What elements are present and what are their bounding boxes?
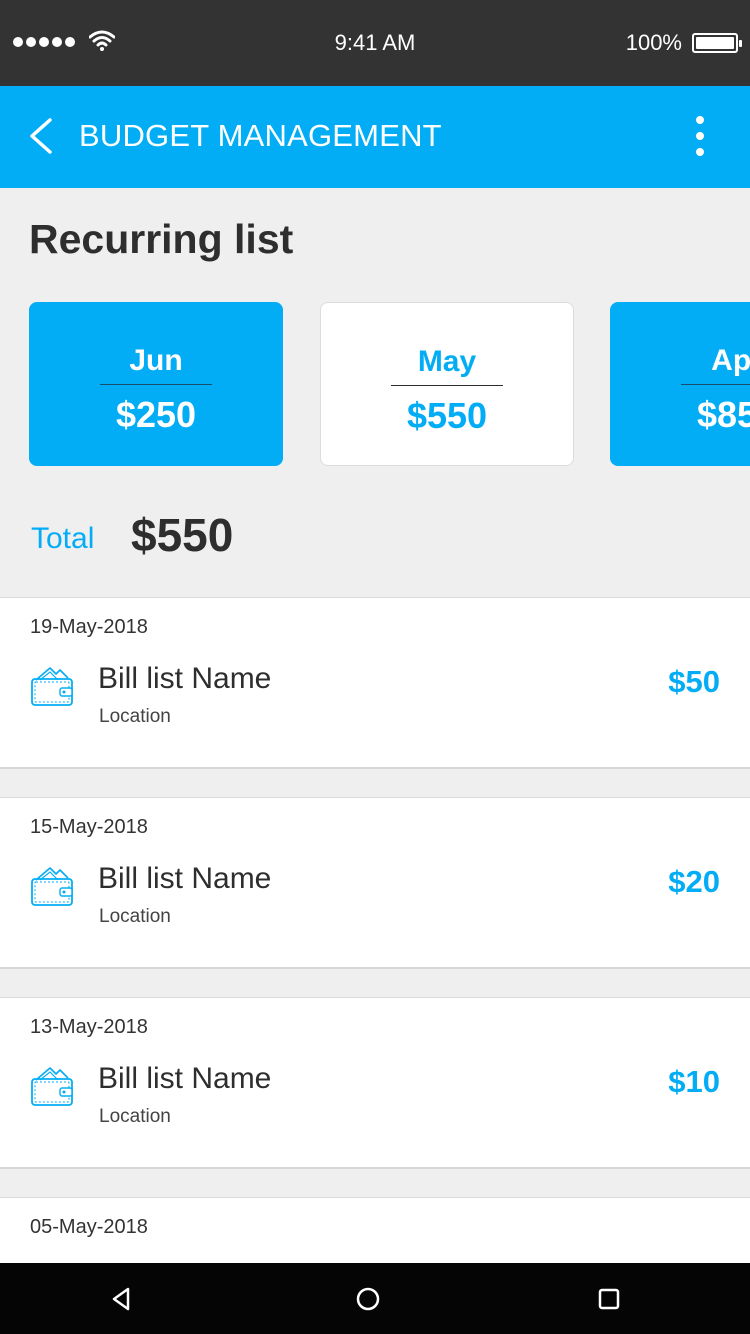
month-divider [100,384,212,385]
total-value: $550 [131,509,234,561]
battery-percentage: 100% [625,30,682,55]
bill-amount: $20 [668,864,720,899]
bill-item[interactable]: 13-May-2018 Bill list Name Location $10 [0,997,750,1169]
wallet-icon [31,1067,73,1106]
bill-item[interactable]: 19-May-2018 Bill list Name Location $50 [0,597,750,769]
bill-date: 19-May-2018 [30,616,148,638]
month-divider [391,385,503,386]
chevron-left-icon[interactable] [24,116,60,156]
square-recents-icon[interactable] [595,1285,623,1313]
month-card-apr[interactable]: Apr $850 [610,302,750,466]
app-title: BUDGET MANAGEMENT [79,118,442,153]
battery-icon [692,33,742,53]
month-amount: $550 [406,395,488,436]
bill-location: Location [99,906,171,927]
month-name: May [417,345,477,378]
month-selector: Jun $250 May $550 Apr $850 [0,300,750,468]
month-amount: $850 [696,394,750,435]
more-vertical-icon[interactable] [688,116,712,160]
month-amount: $250 [115,394,197,435]
bill-amount: $50 [668,664,720,699]
month-card-may[interactable]: May $550 [320,302,574,466]
bill-name: Bill list Name [98,662,272,695]
total-label: Total [31,522,95,555]
page-title: Recurring list [29,216,294,262]
triangle-back-icon[interactable] [108,1285,136,1313]
bill-name: Bill list Name [98,1062,272,1095]
bill-date: 05-May-2018 [30,1216,148,1238]
bill-date: 13-May-2018 [30,1016,148,1038]
month-name: Apr [711,344,750,377]
wallet-icon [31,667,73,706]
battery-fill [696,37,734,49]
bill-location: Location [99,1106,171,1127]
bill-name: Bill list Name [98,862,272,895]
month-card-jun[interactable]: Jun $250 [29,302,283,466]
month-divider [681,384,750,385]
bill-date: 15-May-2018 [30,816,148,838]
app-bar: BUDGET MANAGEMENT [0,86,750,188]
bill-amount: $10 [668,1064,720,1099]
circle-home-icon[interactable] [354,1285,382,1313]
wallet-icon [31,867,73,906]
month-name: Jun [129,344,183,377]
bill-location: Location [99,706,171,727]
status-bar: 9:41 AM 100% [0,0,750,86]
bill-item[interactable]: 15-May-2018 Bill list Name Location $20 [0,797,750,969]
system-nav-bar [0,1263,750,1334]
